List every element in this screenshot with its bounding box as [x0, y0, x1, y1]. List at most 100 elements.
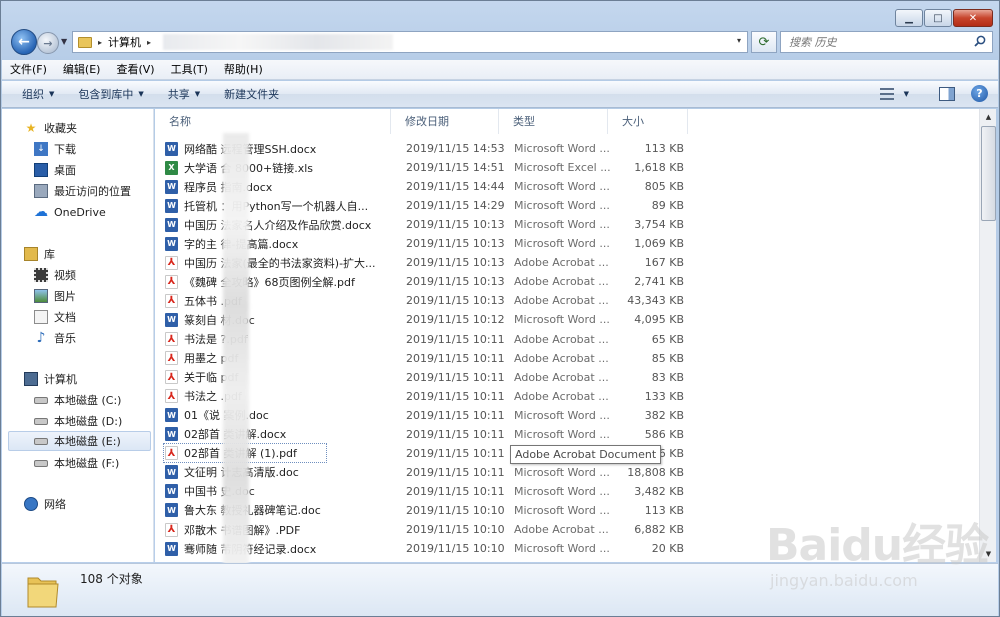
menu-edit[interactable]: 编辑(E) [55, 60, 109, 80]
file-date: 2019/11/15 10:13 [406, 275, 505, 289]
file-name: 篆刻自 材.doc [184, 313, 255, 327]
column-date-modified[interactable]: 修改日期 [391, 109, 499, 134]
forward-button[interactable]: → [37, 32, 59, 54]
nav-videos[interactable]: 视频 [34, 265, 76, 285]
file-size: 805 KB [644, 180, 684, 194]
word-file-icon: W [165, 541, 178, 556]
file-size: 83 KB [651, 370, 684, 384]
file-date: 2019/11/15 10:13 [406, 256, 505, 270]
menu-help[interactable]: 帮助(H) [216, 60, 271, 80]
include-in-library-button[interactable]: 包含到库中 ▼ [66, 86, 155, 102]
nav-documents[interactable]: 文档 [34, 307, 76, 327]
drive-icon [34, 417, 48, 425]
change-view-icon[interactable] [879, 87, 894, 100]
nav-pictures[interactable]: 图片 [34, 286, 76, 306]
nav-downloads[interactable]: ↓ 下载 [34, 139, 76, 159]
search-box[interactable] [780, 31, 993, 53]
back-button[interactable]: ← [11, 29, 37, 55]
nav-label: OneDrive [54, 205, 106, 219]
nav-computer[interactable]: 计算机 [24, 369, 77, 389]
library-icon [24, 247, 38, 261]
nav-music[interactable]: ♪ 音乐 [34, 328, 76, 348]
nav-drive-d[interactable]: 本地磁盘 (D:) [34, 411, 122, 431]
file-size: 6,882 KB [634, 523, 684, 536]
object-count: 108 个对象 [80, 572, 143, 586]
address-bar[interactable]: ▸ 计算机 ▸ ▾ [72, 31, 748, 53]
music-note-icon: ♪ [36, 330, 46, 346]
breadcrumb-separator[interactable]: ▸ [98, 38, 102, 47]
file-size: 167 KB [644, 256, 684, 270]
chevron-down-icon[interactable]: ▼ [904, 90, 909, 98]
download-folder-icon: ↓ [34, 142, 48, 156]
recent-places-icon [34, 184, 48, 198]
scroll-up-arrow[interactable]: ▲ [981, 109, 996, 125]
nav-label: 库 [44, 248, 55, 261]
maximize-button[interactable]: □ [924, 9, 952, 27]
column-name[interactable]: 名称 [155, 109, 391, 134]
file-name: 鲁大东 教授礼器碑笔记.doc [184, 504, 321, 518]
drive-icon [34, 459, 48, 467]
file-size: 586 KB [644, 427, 684, 441]
nav-onedrive[interactable]: ☁ OneDrive [34, 202, 106, 222]
nav-libraries[interactable]: 库 [24, 244, 55, 264]
file-name: 书法是 ?.pdf [184, 333, 248, 346]
word-file-icon: W [165, 408, 178, 423]
address-row: ← → ▼ ▸ 计算机 ▸ ▾ ⟳ [9, 29, 993, 55]
menu-view[interactable]: 查看(V) [108, 60, 162, 80]
vertical-scrollbar[interactable]: ▲ ▼ [979, 109, 996, 562]
nav-drive-f[interactable]: 本地磁盘 (F:) [34, 453, 119, 473]
drive-icon [34, 396, 48, 404]
minimize-button[interactable]: ▁ [895, 9, 923, 27]
file-name: 大学语 合 8000+链接.xls [184, 161, 313, 175]
nav-drive-c[interactable]: 本地磁盘 (C:) [34, 390, 121, 410]
file-size: 18,808 KB [627, 465, 684, 479]
help-icon[interactable]: ? [971, 85, 988, 102]
new-folder-button[interactable]: 新建文件夹 [212, 86, 291, 102]
nav-label: 计算机 [44, 373, 77, 386]
search-input[interactable] [789, 35, 964, 49]
file-date: 2019/11/15 10:13 [406, 237, 505, 251]
file-date: 2019/11/15 10:11 [406, 370, 505, 384]
file-size: 85 KB [651, 351, 684, 365]
column-size[interactable]: 大小 [608, 109, 688, 134]
word-file-icon: W [165, 217, 178, 232]
file-size: 1,069 KB [634, 237, 684, 251]
close-button[interactable]: ✕ [953, 9, 993, 27]
scroll-down-arrow[interactable]: ▼ [981, 546, 996, 562]
organize-button[interactable]: 组织 ▼ [2, 86, 66, 102]
nav-drive-e[interactable]: 本地磁盘 (E:) [8, 431, 151, 451]
file-size: 65 KB [651, 332, 684, 346]
pdf-file-icon: ⅄ [165, 332, 178, 346]
nav-label: 本地磁盘 (C:) [54, 394, 122, 407]
breadcrumb-computer[interactable]: 计算机 [108, 34, 141, 50]
nav-recent-places[interactable]: 最近访问的位置 [34, 181, 131, 201]
nav-network[interactable]: 网络 [24, 494, 66, 514]
file-size: 20 KB [651, 542, 684, 556]
scroll-thumb[interactable] [981, 126, 996, 221]
share-button[interactable]: 共享 ▼ [156, 86, 212, 102]
nav-favorites[interactable]: ★ 收藏夹 [24, 118, 77, 138]
preview-pane-icon[interactable] [939, 86, 955, 101]
breadcrumb-separator[interactable]: ▸ [147, 38, 151, 47]
include-library-label: 包含到库中 [78, 88, 134, 101]
file-date: 2019/11/15 10:11 [406, 446, 505, 460]
file-size: 133 KB [644, 389, 684, 403]
file-size: 3,754 KB [634, 218, 684, 232]
details-pane: 108 个对象 [2, 563, 998, 616]
search-icon[interactable] [974, 35, 986, 47]
menu-tools[interactable]: 工具(T) [163, 60, 216, 80]
nav-desktop[interactable]: 桌面 [34, 160, 76, 180]
file-date: 2019/11/15 10:11 [406, 389, 505, 403]
file-name: 托管机 ：用Python写一个机器人自... [184, 199, 369, 213]
column-type[interactable]: 类型 [499, 109, 608, 134]
menu-file[interactable]: 文件(F) [2, 60, 55, 80]
file-size: 4,095 KB [634, 313, 684, 327]
address-dropdown[interactable]: ▾ [737, 36, 741, 45]
refresh-button[interactable]: ⟳ [751, 31, 777, 53]
explorer-window: ▁ □ ✕ ← → ▼ ▸ 计算机 ▸ ▾ ⟳ 文件(F) 编辑(E) 查看(V… [0, 0, 1000, 617]
recent-pages-dropdown[interactable]: ▼ [61, 37, 67, 46]
nav-label: 文档 [54, 311, 76, 324]
word-file-icon: W [165, 312, 178, 327]
file-size: 2,741 KB [634, 275, 684, 289]
file-date: 2019/11/15 14:53 [406, 142, 505, 155]
